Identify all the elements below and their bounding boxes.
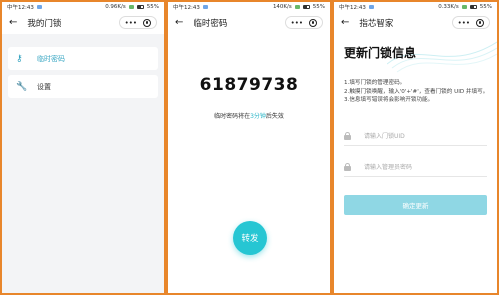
close-target-icon[interactable] [309,18,317,27]
battery-icon [136,4,144,9]
capsule-menu[interactable]: ••• [284,16,323,29]
confirm-update-button[interactable]: 确定更新 [344,195,487,215]
status-time: 中午12:43 [173,4,200,11]
status-speed: 140K/s [272,3,292,10]
lock-icon [344,162,352,171]
back-arrow-icon[interactable]: ← [175,17,183,28]
temp-password-code: 61879738 [199,75,299,95]
battery-icon [302,4,310,9]
page-title: 临时密码 [193,18,228,29]
close-target-icon[interactable] [476,18,484,27]
key-icon: ⚷ [16,53,23,64]
menu-item-label: 设置 [37,82,51,91]
signal-icon [294,4,300,9]
back-arrow-icon[interactable]: ← [341,17,349,28]
back-arrow-icon[interactable]: ← [9,17,17,28]
app-notification-icon [36,4,42,9]
status-time: 中午12:43 [339,4,366,11]
more-icon[interactable]: ••• [125,19,137,27]
capsule-menu[interactable]: ••• [118,16,157,29]
instruction-line: 2.触摸门锁唤醒，输入'0'+'#'，查看门锁的 UID 并填写。 [344,88,489,95]
content: 61879738 临时密码将在3分钟后失效 转发 [168,34,330,293]
more-icon[interactable]: ••• [458,19,470,27]
instruction-line: 3.信息填写错误将会影响开锁功能。 [344,97,434,104]
instructions: 1.填写门锁的管理密码。 2.触摸门锁唤醒，输入'0'+'#'，查看门锁的 UI… [344,79,489,105]
status-time: 中午12:43 [7,4,34,11]
battery-level: 55% [479,3,492,10]
uid-field[interactable]: 请输入门锁UID [344,126,487,146]
more-icon[interactable]: ••• [291,19,303,27]
status-speed: 0.96K/s [105,3,126,10]
status-bar: 中午12:43 140K/s 55% [168,2,330,11]
uid-input-placeholder[interactable]: 请输入门锁UID [364,131,405,140]
app-notification-icon [368,4,374,9]
expire-notice: 临时密码将在3分钟后失效 [168,111,330,120]
expire-duration: 3分钟 [250,113,266,120]
password-input-placeholder[interactable]: 请输入管理员密码 [364,162,412,171]
lock-icon [344,131,352,140]
wrench-icon: 🔧 [16,81,28,92]
signal-icon [461,4,467,9]
nav-bar: ← 临时密码 ••• [168,11,330,34]
battery-level: 55% [312,3,325,10]
instruction-line: 1.填写门锁的管理密码。 [344,80,406,86]
forward-button[interactable]: 转发 [233,221,267,255]
capsule-menu[interactable]: ••• [451,16,490,29]
expire-suffix: 后失效 [265,113,284,120]
menu-item-label: 临时密码 [37,54,65,63]
status-speed: 0.33K/s [438,3,459,10]
admin-password-field[interactable]: 请输入管理员密码 [344,157,487,177]
battery-icon [469,4,477,9]
panel-update-lock-info: 中午12:43 0.33K/s 55% ← 指芯智家 ••• 更新门锁信息 1.填… [332,0,499,295]
app-notification-icon [202,4,208,9]
signal-icon [128,4,134,9]
panel-my-locks: 中午12:43 0.96K/s 55% ← 我的门锁 ••• ⚷ 临时密码 🔧 设… [0,0,166,295]
nav-bar: ← 我的门锁 ••• [2,11,164,34]
status-bar: 中午12:43 0.96K/s 55% [2,2,164,11]
battery-level: 55% [146,3,159,10]
content: 更新门锁信息 1.填写门锁的管理密码。 2.触摸门锁唤醒，输入'0'+'#'，查… [334,34,497,293]
menu-item-temp-password[interactable]: ⚷ 临时密码 [8,47,158,70]
panel-temp-password: 中午12:43 140K/s 55% ← 临时密码 ••• 61879738 临时… [166,0,332,295]
page-heading: 更新门锁信息 [344,46,417,60]
expire-prefix: 临时密码将在 [214,113,251,120]
status-bar: 中午12:43 0.33K/s 55% [334,2,497,11]
page-title: 指芯智家 [359,18,394,29]
nav-bar: ← 指芯智家 ••• [334,11,497,34]
page-title: 我的门锁 [27,18,62,29]
close-target-icon[interactable] [143,18,151,27]
menu-item-settings[interactable]: 🔧 设置 [8,75,158,98]
